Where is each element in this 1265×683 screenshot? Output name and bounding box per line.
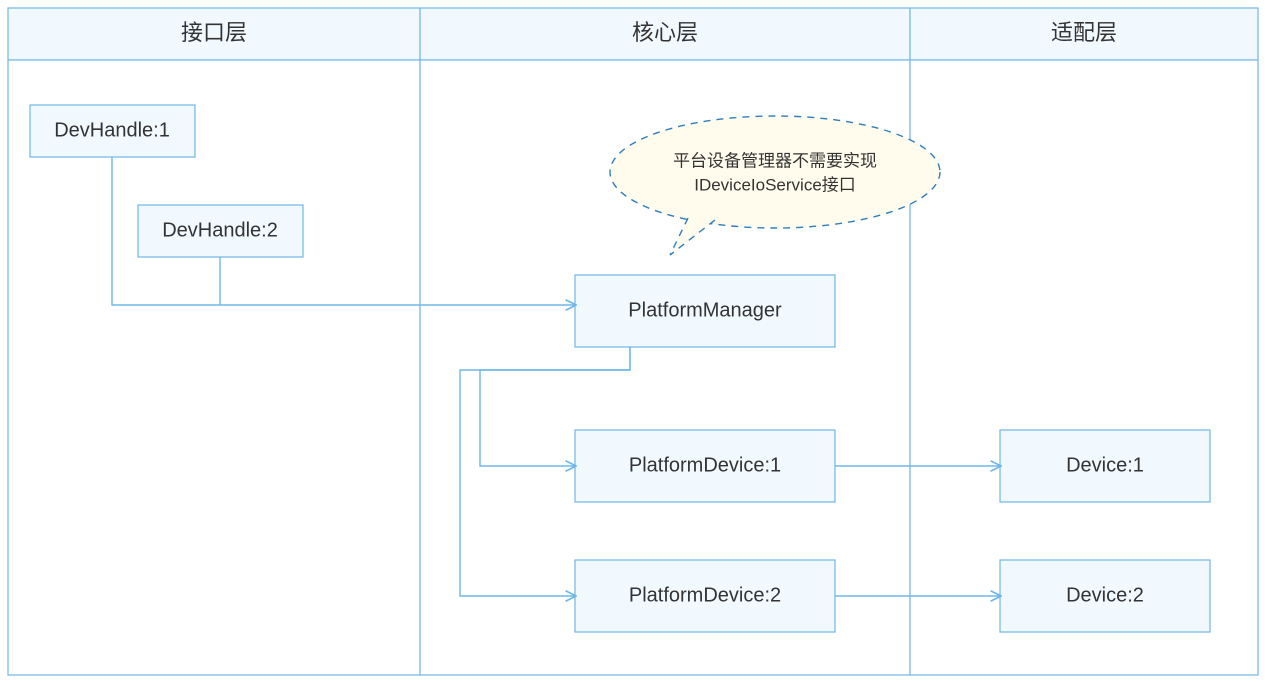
- architecture-diagram: 接口层 核心层 适配层 平台设备管理器不需要实现 IDeviceIoServic…: [0, 0, 1265, 683]
- node-devhandle2: DevHandle:2: [138, 205, 303, 257]
- node-platformmanager: PlatformManager: [575, 275, 835, 347]
- node-devhandle1: DevHandle:1: [30, 105, 195, 157]
- node-platformdevice2: PlatformDevice:2: [575, 560, 835, 632]
- svg-text:PlatformDevice:2: PlatformDevice:2: [629, 584, 781, 606]
- svg-text:Device:2: Device:2: [1066, 584, 1144, 606]
- column-adapter-label: 适配层: [1051, 20, 1117, 45]
- callout-line2: IDeviceIoService接口: [694, 175, 856, 194]
- callout-line1: 平台设备管理器不需要实现: [673, 151, 877, 170]
- svg-text:Device:1: Device:1: [1066, 454, 1144, 476]
- svg-text:DevHandle:2: DevHandle:2: [162, 219, 278, 241]
- node-device1: Device:1: [1000, 430, 1210, 502]
- svg-text:DevHandle:1: DevHandle:1: [54, 119, 170, 141]
- column-interface-label: 接口层: [181, 20, 247, 45]
- svg-text:PlatformDevice:1: PlatformDevice:1: [629, 454, 781, 476]
- node-device2: Device:2: [1000, 560, 1210, 632]
- column-core-label: 核心层: [632, 20, 698, 45]
- node-platformdevice1: PlatformDevice:1: [575, 430, 835, 502]
- svg-text:PlatformManager: PlatformManager: [628, 299, 782, 321]
